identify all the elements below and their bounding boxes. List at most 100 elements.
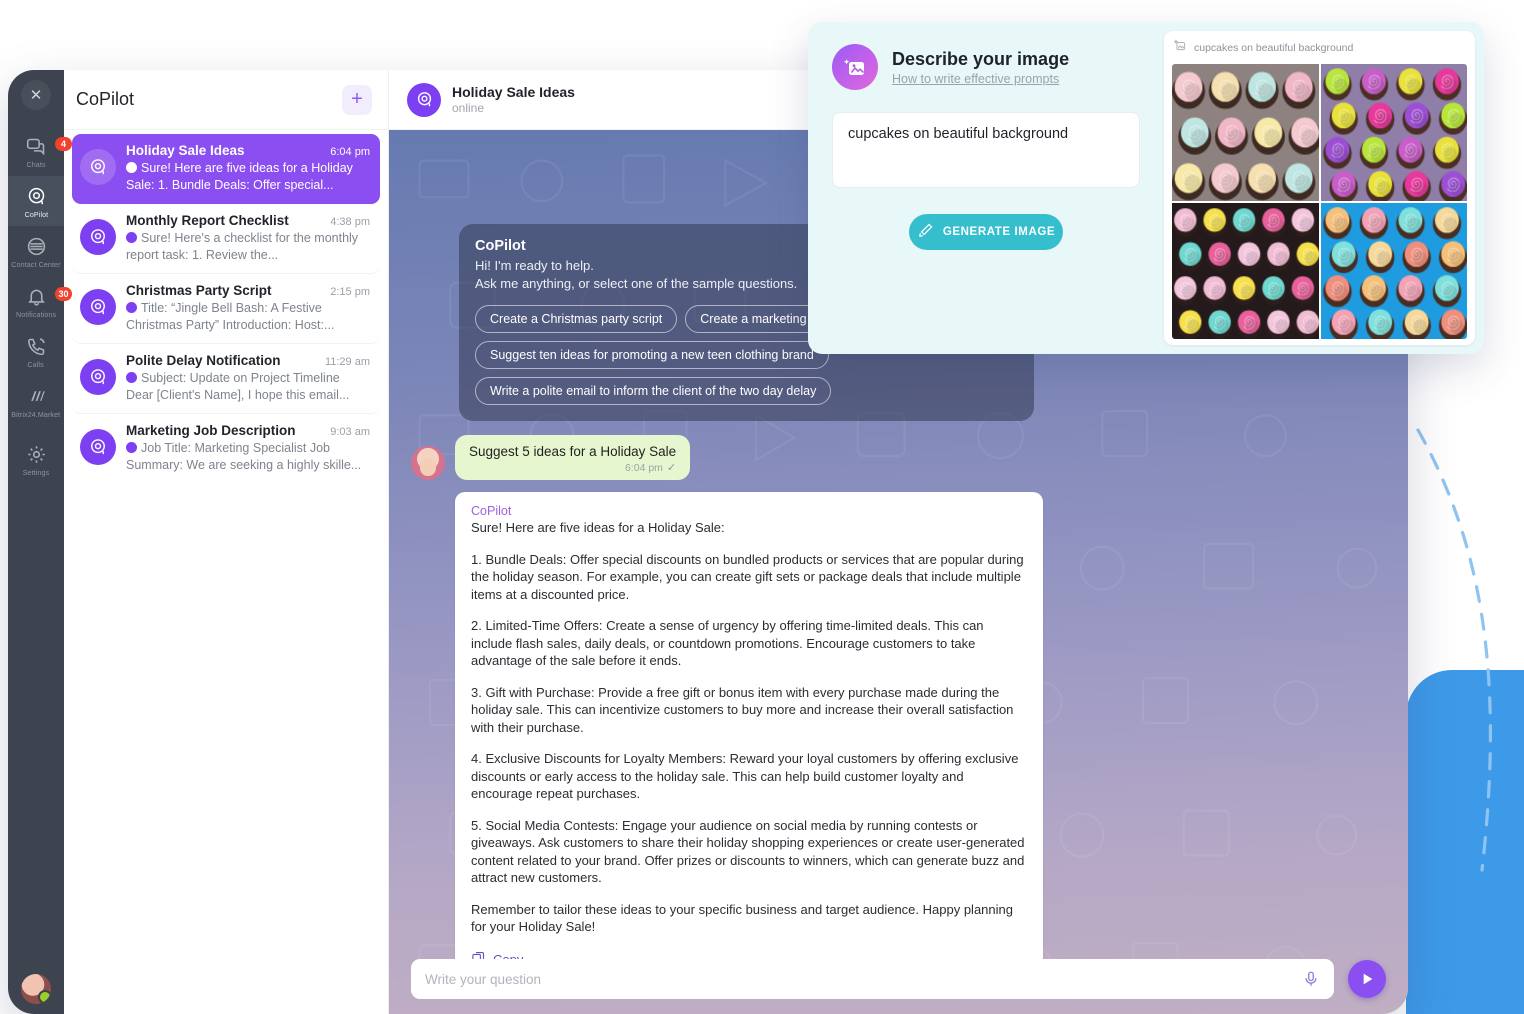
list-item[interactable]: Polite Delay Notification 11:29 am Subje… [72,344,380,414]
copilot-avatar-icon [80,429,116,465]
page-title: CoPilot [76,89,135,109]
image-sparkle-small-icon [1173,39,1187,57]
list-item[interactable]: Christmas Party Script 2:15 pm Title: “J… [72,274,380,344]
copilot-avatar-icon [80,359,116,395]
chat-time: 4:38 pm [330,216,370,228]
search-input[interactable]: Write your question [425,972,1302,987]
cupcake-result-4[interactable] [1320,202,1467,339]
sidebar-item-settings[interactable]: Settings [8,434,64,484]
list-item[interactable]: Marketing Job Description 9:03 am Job Ti… [72,414,380,483]
chat-preview: Title: “Jingle Bell Bash: A Festive Chri… [126,301,335,332]
chat-preview: Sure! Here's a checklist for the monthly… [126,231,359,262]
composer: Write your question [389,944,1408,1014]
chat-name: Polite Delay Notification [126,353,281,368]
image-generator-card: Describe your image How to write effecti… [808,22,1484,354]
check-icon: ✓ [666,462,677,474]
generate-image-label: GENERATE IMAGE [942,226,1056,238]
copilot-mini-icon [126,232,137,243]
bell-icon: 30 [25,285,72,307]
notifications-badge: 30 [55,287,72,301]
phone-icon [25,335,47,357]
chats-icon: 4 [25,135,72,157]
bot-paragraph: 1. Bundle Deals: Offer special discounts… [471,551,1024,602]
sidebar-item-label: Calls [27,360,45,369]
user-message-bubble: Suggest 5 ideas for a Holiday Sale 6:04 … [455,435,691,480]
avatar[interactable] [411,446,445,480]
chat-list-header: CoPilot + [64,70,388,130]
chat-name: Holiday Sale Ideas [126,143,245,158]
close-icon[interactable]: ✕ [21,80,51,110]
bot-message-bubble: CoPilot Sure! Here are five ideas for a … [455,492,1043,994]
bot-paragraph: 4. Exclusive Discounts for Loyalty Membe… [471,751,1019,801]
chat-list-panel: CoPilot + Holiday Sale Ideas 6:04 pm Sur… [64,70,389,1014]
image-generator-form: Describe your image How to write effecti… [808,22,1164,354]
magic-brush-icon [917,222,934,242]
chat-time: 2:15 pm [330,286,370,298]
sidebar-item-contact-center[interactable]: Contact Center [8,226,64,276]
user-message-text: Suggest 5 ideas for a Holiday Sale [469,444,677,459]
bot-paragraph: 5. Social Media Contests: Engage your au… [471,817,1025,886]
conversation-avatar-icon [407,82,441,117]
prompt-help-link[interactable]: How to write effective prompts [892,72,1069,86]
sidebar-item-calls[interactable]: Calls [8,326,64,376]
cupcake-result-1[interactable] [1172,64,1319,201]
sidebar-item-copilot[interactable]: CoPilot [8,176,64,226]
sample-question-chip[interactable]: Write a polite email to inform the clien… [475,377,832,405]
copilot-mini-icon [126,302,137,313]
sample-question-chip[interactable]: Create a Christmas party script [475,305,678,333]
sidebar-item-label: Notifications [15,310,57,319]
chat-preview: Job Title: Marketing Specialist Job Summ… [126,441,362,472]
generate-image-button[interactable]: GENERATE IMAGE [909,214,1063,250]
chat-preview: Subject: Update on Project Timeline Dear… [126,371,350,402]
conversation-title: Holiday Sale Ideas [452,84,575,100]
copilot-mini-icon [126,372,137,383]
chat-time: 6:04 pm [330,146,370,158]
bot-message-row: CoPilot Sure! Here are five ideas for a … [411,492,1386,994]
market-icon [25,385,47,407]
sidebar-item-label: Chats [26,160,46,169]
left-rail: ✕ 4 Chats CoPilot Contact Center 30 Noti… [8,70,72,1014]
sample-question-chip[interactable]: Suggest ten ideas for promoting a new te… [475,341,829,369]
new-chat-button[interactable]: + [342,84,372,115]
screen-root: ✕ 4 Chats CoPilot Contact Center 30 Noti… [0,0,1524,1014]
cupcake-result-2[interactable] [1320,64,1467,201]
chats-badge: 4 [55,137,72,151]
prompt-input[interactable]: cupcakes on beautiful background [832,112,1140,188]
chat-name: Christmas Party Script [126,283,272,298]
copilot-avatar-icon [80,219,116,255]
cupcake-result-3[interactable] [1172,202,1319,339]
image-generator-title: Describe your image [892,48,1070,69]
sidebar-item-market[interactable]: Bitrix24.Market [8,376,64,426]
message-input-wrapper[interactable]: Write your question [411,959,1334,999]
sidebar-item-label: CoPilot [24,210,48,219]
list-item[interactable]: Monthly Report Checklist 4:38 pm Sure! H… [72,204,380,274]
contact-center-icon [25,235,47,257]
results-caption-text: cupcakes on beautiful background [1194,42,1354,54]
sidebar-item-label: Contact Center [11,260,61,269]
sidebar-item-notifications[interactable]: 30 Notifications [8,276,72,326]
results-caption: cupcakes on beautiful background [1172,39,1467,57]
avatar[interactable] [21,974,51,1004]
sidebar-item-label: Settings [22,468,50,477]
image-results-panel: cupcakes on beautiful background [1164,31,1475,345]
image-sparkle-icon [832,44,878,90]
chat-list-body[interactable]: Holiday Sale Ideas 6:04 pm Sure! Here ar… [64,130,388,1014]
image-results-grid [1172,64,1467,339]
sidebar-item-chats[interactable]: 4 Chats [8,126,72,176]
chat-name: Monthly Report Checklist [126,213,289,228]
list-item[interactable]: Holiday Sale Ideas 6:04 pm Sure! Here ar… [72,134,380,204]
chat-name: Marketing Job Description [126,423,296,438]
copilot-mini-icon [126,162,137,173]
chat-time: 11:29 am [324,356,370,368]
copilot-mini-icon [126,442,137,453]
send-button[interactable] [1348,960,1386,998]
copilot-avatar-icon [80,289,116,325]
bot-paragraph: 2. Limited-Time Offers: Create a sense o… [471,618,984,668]
microphone-icon[interactable] [1302,970,1320,988]
gear-icon [25,443,47,465]
message-meta: 6:04 pm ✓ [469,461,677,475]
bot-paragraph: Sure! Here are five ideas for a Holiday … [471,520,725,535]
image-generator-header: Describe your image How to write effecti… [832,44,1140,90]
bot-paragraph: 3. Gift with Purchase: Provide a free gi… [471,684,1014,735]
status-badge: online [452,101,485,115]
